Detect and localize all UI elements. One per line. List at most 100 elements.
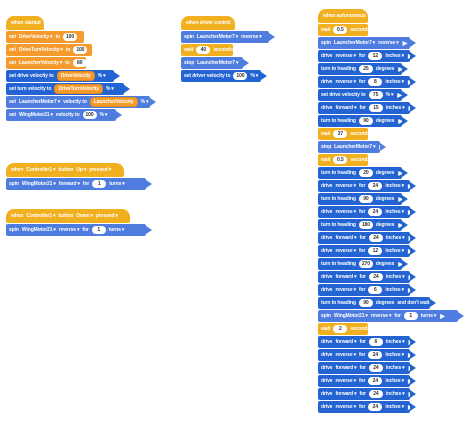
stack-when-button-down[interactable]: when Controller1 button Down pressed spi… <box>6 209 156 237</box>
unit-dropdown[interactable]: inches <box>385 404 404 410</box>
unit-dropdown[interactable]: turns <box>109 227 124 233</box>
drive-block[interactable]: driveforwardfor24inches▶ <box>318 271 416 283</box>
set-variable-block[interactable]: set DriveTurnVelocity to 100 <box>6 44 92 56</box>
hat-when-driver-control[interactable]: when driver control <box>181 16 235 30</box>
hat-when-started[interactable]: when started <box>6 16 44 30</box>
hat-when-autonomous[interactable]: when autonomous <box>318 9 368 23</box>
value-input[interactable]: 90 <box>358 117 373 125</box>
value-input[interactable]: 100 <box>82 111 97 119</box>
spin-motor-block[interactable]: spin LauncherMotor7 reverse <box>181 31 275 43</box>
unit-dropdown[interactable]: inches <box>386 391 405 397</box>
unit-dropdown[interactable]: inches <box>385 352 404 358</box>
value-input[interactable]: 1 <box>92 180 107 188</box>
set-motor-velocity-block[interactable]: set LauncherMotor7 velocity to LauncherV… <box>6 96 156 108</box>
variable-reporter[interactable]: DriveTurnVelocity <box>54 84 103 94</box>
wait-block[interactable]: wait 37 seconds <box>318 128 370 140</box>
value-input[interactable]: 180 <box>358 221 373 229</box>
value-input[interactable]: 0.5 <box>333 26 348 34</box>
value-input[interactable]: 24 <box>368 390 383 398</box>
value-input[interactable]: 6 <box>368 338 383 346</box>
action-dropdown[interactable]: pressed <box>96 213 118 219</box>
stop-motor-block[interactable]: stop LauncherMotor7 <box>181 57 249 69</box>
value-input[interactable]: 24 <box>368 273 383 281</box>
stack-when-driver-control[interactable]: when driver control spin LauncherMotor7 … <box>181 16 275 83</box>
motor-dropdown[interactable]: LauncherMotor7 <box>197 34 238 40</box>
variable-dropdown[interactable]: DriveTurnVelocity <box>19 47 63 53</box>
variable-reporter[interactable]: LauncherVelocity <box>89 97 138 107</box>
value-input[interactable]: 90 <box>358 195 373 203</box>
direction-dropdown[interactable]: forward <box>335 274 356 280</box>
set-variable-block[interactable]: set DriveVelocity to 100 <box>6 31 84 43</box>
direction-dropdown[interactable]: reverse <box>335 287 356 293</box>
value-input[interactable]: 100 <box>73 46 88 54</box>
unit-dropdown[interactable]: inches <box>386 339 405 345</box>
spin-motor-for-block[interactable]: spin WingMotor21 forward for 1 turns <box>6 178 152 190</box>
unit-dropdown[interactable]: inches <box>385 248 404 254</box>
value-input[interactable]: 24 <box>368 208 383 216</box>
hat-when-button-pressed[interactable]: when Controller1 button Down pressed <box>6 209 130 223</box>
spin-motor-for-block[interactable]: spin WingMotor21 reverse for 1 turns <box>6 224 152 236</box>
unit-dropdown[interactable]: % <box>386 92 394 98</box>
motor-dropdown[interactable]: WingMotor21 <box>334 313 368 319</box>
unit-dropdown[interactable]: % <box>250 73 258 79</box>
stack-when-autonomous[interactable]: when autonomous wait 0.5 seconds spin Launch… <box>318 9 468 414</box>
unit-dropdown[interactable]: inches <box>385 378 404 384</box>
unit-dropdown[interactable]: turns <box>421 313 436 319</box>
direction-dropdown[interactable]: reverse <box>335 79 356 85</box>
drive-block[interactable]: drivereversefor24inches▶ <box>318 401 416 413</box>
drive-block[interactable]: drivereversefor8inches▶ <box>318 76 416 88</box>
value-input[interactable]: 8 <box>368 78 383 86</box>
unit-dropdown[interactable]: % <box>98 73 106 79</box>
hat-when-button-pressed[interactable]: when Controller1 button Up pressed <box>6 163 124 177</box>
value-input[interactable]: 1 <box>403 312 418 320</box>
direction-dropdown[interactable]: reverse <box>335 352 356 358</box>
drive-block[interactable]: drivereversefor24inches▶ <box>318 375 416 387</box>
controller-dropdown[interactable]: Controller1 <box>26 167 55 173</box>
value-input[interactable]: 75 <box>368 91 383 99</box>
value-input[interactable]: 12 <box>368 247 383 255</box>
drive-block[interactable]: driveforwardfor15inches▶ <box>318 102 416 114</box>
value-input[interactable]: 1 <box>91 226 106 234</box>
value-input[interactable]: 24 <box>368 351 383 359</box>
drive-block[interactable]: drivereversefor12inches▶ <box>318 50 416 62</box>
direction-dropdown[interactable]: reverse <box>335 248 356 254</box>
value-input[interactable]: 0.5 <box>333 156 348 164</box>
unit-dropdown[interactable]: % <box>141 99 149 105</box>
drive-block[interactable]: driveforwardfor6inches▶ <box>318 336 416 348</box>
unit-dropdown[interactable]: inches <box>385 53 404 59</box>
wait-block[interactable]: wait 0.5 seconds <box>318 24 370 36</box>
spin-block[interactable]: spinLauncherMotor7reverse▶ <box>318 37 416 49</box>
direction-dropdown[interactable]: forward <box>59 181 80 187</box>
direction-dropdown[interactable]: reverse <box>59 227 80 233</box>
direction-dropdown[interactable]: reverse <box>371 313 392 319</box>
wait-block[interactable]: wait 2 seconds <box>318 323 370 335</box>
value-input[interactable]: 40 <box>196 46 211 54</box>
unit-dropdown[interactable]: inches <box>385 287 404 293</box>
value-input[interactable]: 15 <box>368 104 383 112</box>
value-input[interactable]: 24 <box>368 234 383 242</box>
direction-dropdown[interactable]: reverse <box>335 183 356 189</box>
action-dropdown[interactable]: pressed <box>89 167 111 173</box>
stack-when-started[interactable]: when started set DriveVelocity to 100 se… <box>6 16 156 122</box>
motor-dropdown[interactable]: WingMotor21 <box>22 181 56 187</box>
direction-dropdown[interactable]: reverse <box>335 53 356 59</box>
stack-when-button-up[interactable]: when Controller1 button Up pressed spin … <box>6 163 156 191</box>
turn-block[interactable]: turn to heading 180 degrees ▶ <box>318 219 408 231</box>
stop-block[interactable]: stopLauncherMotor7▶ <box>318 141 386 153</box>
direction-dropdown[interactable]: reverse <box>378 40 399 46</box>
direction-dropdown[interactable]: reverse <box>335 378 356 384</box>
value-input[interactable]: 24 <box>368 182 383 190</box>
direction-dropdown[interactable]: forward <box>335 391 356 397</box>
turn-block[interactable]: turn to heading 270 degrees ▶ <box>318 258 408 270</box>
turn-block[interactable]: turn to heading 90 degrees ▶ <box>318 193 408 205</box>
direction-dropdown[interactable]: forward <box>335 235 356 241</box>
turn-block[interactable]: turn to heading 25 degrees ▶ <box>318 63 408 75</box>
direction-dropdown[interactable]: forward <box>335 339 356 345</box>
direction-dropdown[interactable]: reverse <box>335 404 356 410</box>
unit-dropdown[interactable]: % <box>100 112 108 118</box>
direction-dropdown[interactable]: reverse <box>335 209 356 215</box>
set-drive-velocity-block[interactable]: set drive velocity to DriveVelocity % <box>6 70 120 82</box>
controller-dropdown[interactable]: Controller1 <box>26 213 55 219</box>
drive-block[interactable]: drivereversefor24inches▶ <box>318 349 416 361</box>
drive-block[interactable]: driveforwardfor24inches▶ <box>318 232 416 244</box>
